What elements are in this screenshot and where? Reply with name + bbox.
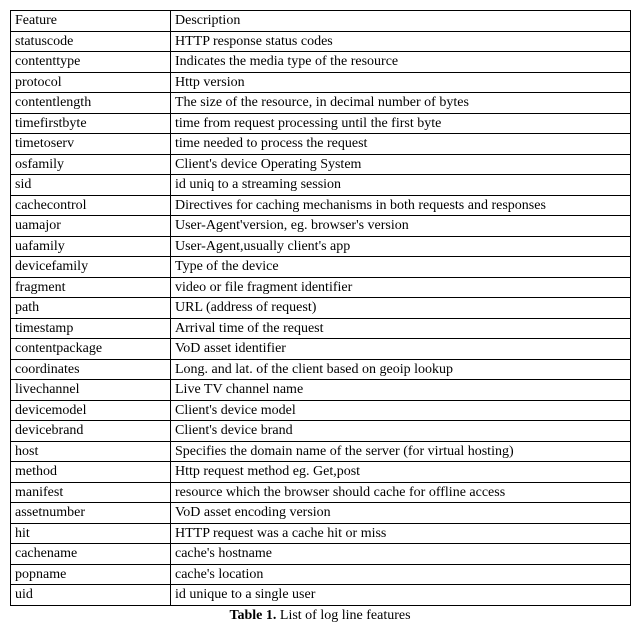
cell-feature: popname — [11, 564, 171, 585]
cell-description: VoD asset identifier — [171, 339, 631, 360]
cell-feature: method — [11, 462, 171, 483]
cell-feature: contentpackage — [11, 339, 171, 360]
table-row: contentpackageVoD asset identifier — [11, 339, 631, 360]
cell-feature: protocol — [11, 72, 171, 93]
cell-description: Indicates the media type of the resource — [171, 52, 631, 73]
table-row: hostSpecifies the domain name of the ser… — [11, 441, 631, 462]
cell-description: cache's location — [171, 564, 631, 585]
cell-description: User-Agent'version, eg. browser's versio… — [171, 216, 631, 237]
table-row: osfamilyClient's device Operating System — [11, 154, 631, 175]
table-row: sidid uniq to a streaming session — [11, 175, 631, 196]
cell-feature: cachecontrol — [11, 195, 171, 216]
cell-feature: cachename — [11, 544, 171, 565]
cell-description: Arrival time of the request — [171, 318, 631, 339]
cell-feature: assetnumber — [11, 503, 171, 524]
cell-description: Http request method eg. Get,post — [171, 462, 631, 483]
cell-feature: sid — [11, 175, 171, 196]
cell-feature: statuscode — [11, 31, 171, 52]
table-row: timefirstbytetime from request processin… — [11, 113, 631, 134]
table-row: pathURL (address of request) — [11, 298, 631, 319]
cell-description: Type of the device — [171, 257, 631, 278]
cell-feature: osfamily — [11, 154, 171, 175]
cell-feature: fragment — [11, 277, 171, 298]
cell-description: HTTP request was a cache hit or miss — [171, 523, 631, 544]
cell-feature: uafamily — [11, 236, 171, 257]
table-header-row: Feature Description — [11, 11, 631, 32]
cell-feature: hit — [11, 523, 171, 544]
cell-description: The size of the resource, in decimal num… — [171, 93, 631, 114]
cell-feature: uid — [11, 585, 171, 606]
cell-feature: contenttype — [11, 52, 171, 73]
table-row: statuscodeHTTP response status codes — [11, 31, 631, 52]
table-row: hitHTTP request was a cache hit or miss — [11, 523, 631, 544]
cell-description: VoD asset encoding version — [171, 503, 631, 524]
cell-description: time from request processing until the f… — [171, 113, 631, 134]
header-feature: Feature — [11, 11, 171, 32]
table-row: manifestresource which the browser shoul… — [11, 482, 631, 503]
cell-description: cache's hostname — [171, 544, 631, 565]
caption-text: List of log line features — [280, 608, 411, 623]
table-row: coordinatesLong. and lat. of the client … — [11, 359, 631, 380]
table-row: assetnumberVoD asset encoding version — [11, 503, 631, 524]
table-row: protocolHttp version — [11, 72, 631, 93]
table-row: uamajorUser-Agent'version, eg. browser's… — [11, 216, 631, 237]
table-row: devicebrandClient's device brand — [11, 421, 631, 442]
cell-description: Long. and lat. of the client based on ge… — [171, 359, 631, 380]
table-row: timetoservtime needed to process the req… — [11, 134, 631, 155]
cell-description: id unique to a single user — [171, 585, 631, 606]
cell-description: Directives for caching mechanisms in bot… — [171, 195, 631, 216]
table-row: devicefamilyType of the device — [11, 257, 631, 278]
cell-feature: livechannel — [11, 380, 171, 401]
table-row: devicemodelClient's device model — [11, 400, 631, 421]
table-row: popnamecache's location — [11, 564, 631, 585]
cell-feature: timefirstbyte — [11, 113, 171, 134]
cell-feature: manifest — [11, 482, 171, 503]
cell-feature: uamajor — [11, 216, 171, 237]
table-row: contenttypeIndicates the media type of t… — [11, 52, 631, 73]
table-row: cachecontrolDirectives for caching mecha… — [11, 195, 631, 216]
cell-description: Specifies the domain name of the server … — [171, 441, 631, 462]
table-caption: Table 1. List of log line features — [10, 606, 630, 624]
table-row: contentlengthThe size of the resource, i… — [11, 93, 631, 114]
table-row: uidid unique to a single user — [11, 585, 631, 606]
cell-feature: host — [11, 441, 171, 462]
table-row: timestampArrival time of the request — [11, 318, 631, 339]
caption-label: Table 1. — [229, 608, 276, 623]
cell-feature: path — [11, 298, 171, 319]
cell-feature: contentlength — [11, 93, 171, 114]
cell-feature: timetoserv — [11, 134, 171, 155]
cell-description: id uniq to a streaming session — [171, 175, 631, 196]
cell-feature: devicefamily — [11, 257, 171, 278]
cell-description: Client's device model — [171, 400, 631, 421]
cell-description: Client's device Operating System — [171, 154, 631, 175]
cell-description: Live TV channel name — [171, 380, 631, 401]
header-description: Description — [171, 11, 631, 32]
cell-description: resource which the browser should cache … — [171, 482, 631, 503]
cell-description: Client's device brand — [171, 421, 631, 442]
cell-description: Http version — [171, 72, 631, 93]
cell-description: URL (address of request) — [171, 298, 631, 319]
cell-description: video or file fragment identifier — [171, 277, 631, 298]
table-row: fragmentvideo or file fragment identifie… — [11, 277, 631, 298]
table-row: methodHttp request method eg. Get,post — [11, 462, 631, 483]
cell-feature: coordinates — [11, 359, 171, 380]
table-row: uafamilyUser-Agent,usually client's app — [11, 236, 631, 257]
table-row: cachenamecache's hostname — [11, 544, 631, 565]
table-row: livechannelLive TV channel name — [11, 380, 631, 401]
cell-description: time needed to process the request — [171, 134, 631, 155]
cell-description: HTTP response status codes — [171, 31, 631, 52]
table-body: Feature Description statuscodeHTTP respo… — [11, 11, 631, 606]
cell-feature: devicebrand — [11, 421, 171, 442]
cell-feature: devicemodel — [11, 400, 171, 421]
cell-description: User-Agent,usually client's app — [171, 236, 631, 257]
features-table: Feature Description statuscodeHTTP respo… — [10, 10, 631, 606]
cell-feature: timestamp — [11, 318, 171, 339]
